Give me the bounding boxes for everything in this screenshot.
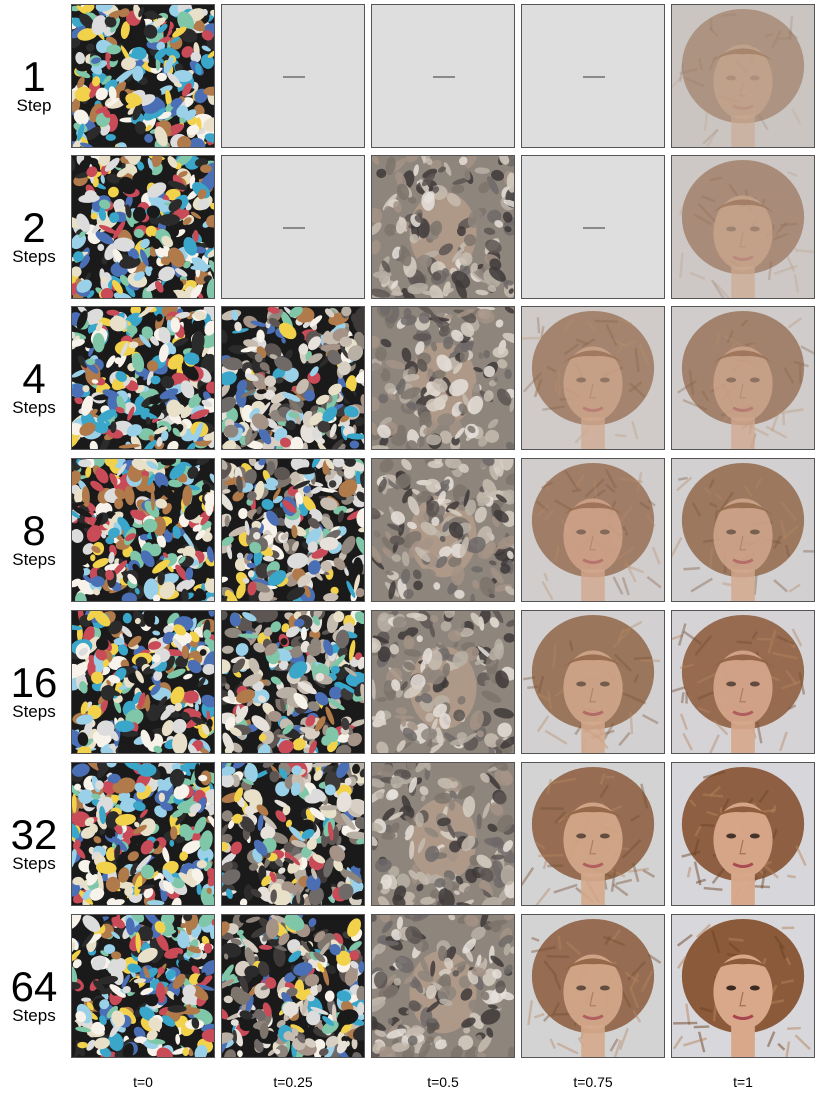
row-step-unit: Step — [16, 96, 52, 115]
empty-cell — [521, 4, 665, 148]
column-label: t=0.75 — [573, 1074, 613, 1090]
partial-face-image — [371, 155, 515, 299]
empty-cell — [521, 155, 665, 299]
dash-icon — [583, 76, 605, 78]
dash-icon — [433, 76, 455, 78]
partial-face-image — [371, 762, 515, 906]
row-label: 2 Steps — [0, 207, 68, 267]
noise-image — [71, 762, 215, 906]
face-image — [671, 155, 815, 299]
noise-image — [221, 914, 365, 1058]
column-label: t=1 — [733, 1074, 753, 1090]
noise-image — [221, 306, 365, 450]
noise-image — [71, 610, 215, 754]
noise-image — [71, 155, 215, 299]
face-image — [671, 914, 815, 1058]
row-label: 64 Steps — [0, 966, 68, 1026]
partial-face-image — [371, 306, 515, 450]
noise-image — [71, 4, 215, 148]
face-image — [671, 610, 815, 754]
row-label: 16 Steps — [0, 662, 68, 722]
empty-cell — [221, 4, 365, 148]
row-step-unit: Steps — [12, 550, 56, 569]
face-image — [671, 762, 815, 906]
empty-cell — [371, 4, 515, 148]
noise-image — [71, 914, 215, 1058]
noise-image — [221, 458, 365, 602]
row-step-unit: Steps — [12, 398, 56, 417]
face-image — [671, 306, 815, 450]
column-label: t=0.25 — [273, 1074, 313, 1090]
row-step-unit: Steps — [12, 247, 56, 266]
column-label: t=0.5 — [427, 1074, 459, 1090]
row-label: 8 Steps — [0, 510, 68, 570]
column-label: t=0 — [133, 1074, 153, 1090]
row-step-count: 16 — [10, 659, 58, 706]
row-step-count: 8 — [22, 507, 46, 554]
noise-image — [221, 610, 365, 754]
dash-icon — [283, 227, 305, 229]
row-step-count: 4 — [22, 355, 46, 402]
dash-icon — [583, 227, 605, 229]
row-label: 1 Step — [0, 56, 68, 116]
row-step-count: 64 — [10, 963, 58, 1010]
row-step-count: 32 — [10, 811, 58, 858]
row-label: 32 Steps — [0, 814, 68, 874]
face-image — [671, 458, 815, 602]
face-image — [521, 762, 665, 906]
row-step-count: 2 — [22, 204, 46, 251]
dash-icon — [283, 76, 305, 78]
noise-image — [221, 762, 365, 906]
face-image — [521, 610, 665, 754]
partial-face-image — [371, 610, 515, 754]
face-image — [521, 914, 665, 1058]
noise-image — [71, 306, 215, 450]
row-step-count: 1 — [22, 53, 46, 100]
empty-cell — [221, 155, 365, 299]
face-image — [671, 4, 815, 148]
face-image — [521, 306, 665, 450]
row-label: 4 Steps — [0, 358, 68, 418]
noise-image — [71, 458, 215, 602]
partial-face-image — [371, 914, 515, 1058]
face-image — [521, 458, 665, 602]
partial-face-image — [371, 458, 515, 602]
